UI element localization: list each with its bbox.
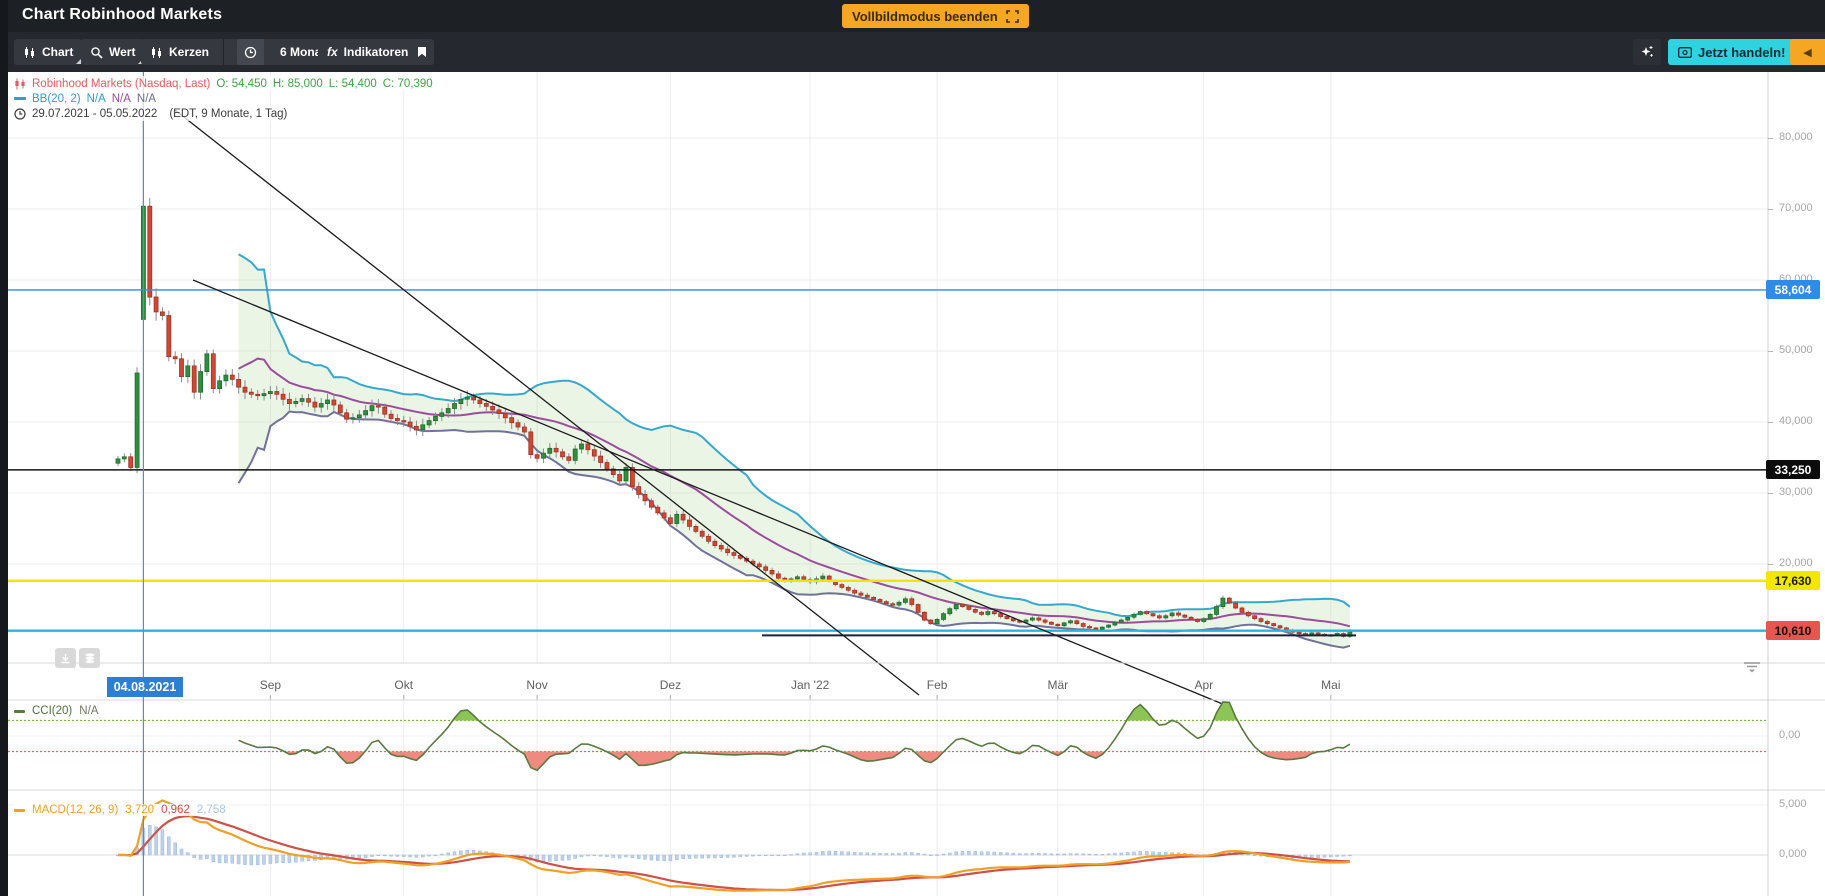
series-legend-row: Robinhood Markets (Nasdaq, Last) O: 54,4… [14,76,439,91]
bb-line-icon [14,97,26,100]
macd-signal-value: 0,962 [161,804,190,816]
price-axis-tick [1768,209,1773,210]
fx-icon: fx [327,45,338,59]
bb-middle-value: N/A [112,93,131,105]
chart-application: Chart Robinhood Markets Vollbildmodus be… [0,0,1825,896]
title-bar: Chart Robinhood Markets Vollbildmodus be… [0,0,1825,32]
ohlc-close: C: 70,390 [383,78,433,90]
time-axis-month-label: Mär [1047,678,1068,692]
collapse-axis-button[interactable] [1742,660,1762,678]
fullscreen-exit-icon [1006,10,1019,23]
clock-icon [14,108,26,120]
sparkle-icon [1639,44,1655,60]
bookmark-button[interactable] [410,39,434,65]
time-axis-month-label: Okt [394,678,413,692]
cci-axis-zero: 0,00 [1779,729,1800,741]
magic-tools-button[interactable] [1633,39,1661,65]
price-level-badge: 33,250 [1766,460,1820,479]
price-axis-tick [1768,422,1773,423]
price-axis-tick-label: 30,000 [1779,486,1813,498]
macd-line-icon [14,809,25,812]
trade-now-button[interactable]: Jetzt handeln! [1668,39,1795,65]
collapse-chevron-icon [1742,661,1762,673]
time-axis-month-label: Mai [1321,678,1340,692]
ohlc-open: O: 54,450 [216,78,267,90]
bb-lower-value: N/A [137,93,156,105]
price-level-badge: 58,604 [1766,280,1820,299]
cci-line-icon [14,710,25,713]
chart-toolbar: Chart Wert Kerzen 1d [0,32,1825,72]
download-chart-button[interactable] [55,648,76,668]
indicators-label: Indikatoren [344,45,409,59]
candles-icon [150,46,163,59]
date-range-text: 29.07.2021 - 05.05.2022 [32,108,157,120]
price-axis-tick-label: 40,000 [1779,415,1813,427]
bookmark-icon [417,46,427,58]
exit-fullscreen-button[interactable]: Vollbildmodus beenden [842,4,1029,28]
value-search-button[interactable]: Wert [81,39,144,65]
ohlc-low: L: 54,400 [329,78,377,90]
date-range-suffix: (EDT, 9 Monate, 1 Tag) [169,108,287,120]
chart-button-label: Chart [42,45,73,59]
cci-label: CCI(20) [32,705,72,717]
clock-button[interactable] [237,39,264,65]
macd-value: 3,720 [125,804,154,816]
price-axis-tick [1768,564,1773,565]
cci-legend: CCI(20) N/A [14,705,103,717]
price-axis-tick-label: 70,000 [1779,202,1813,214]
layers-button[interactable] [79,648,100,668]
download-icon [60,653,71,664]
series-candles-icon [14,78,26,90]
crosshair-date-badge: 04.08.2021 [107,677,183,697]
candle-style-button[interactable]: Kerzen [141,45,218,59]
indicators-button[interactable]: fx Indikatoren [318,39,417,65]
banknote-icon [1678,47,1692,58]
date-range-row: 29.07.2021 - 05.05.2022 (EDT, 9 Monate, … [14,106,293,121]
collapse-panel-button[interactable]: ◀ [1790,39,1825,65]
price-axis-tick-label: 50,000 [1779,344,1813,356]
time-axis-month-label: Dez [660,678,681,692]
time-axis-month-label: Feb [927,678,948,692]
price-axis-tick [1768,138,1773,139]
price-axis-tick-label: 20,000 [1779,557,1813,569]
macd-axis-top: 5,000 [1779,798,1807,810]
price-axis-tick [1768,351,1773,352]
candle-style-label: Kerzen [169,45,209,59]
divider [223,39,224,65]
bb-upper-value: N/A [87,93,106,105]
chart-legend: Robinhood Markets (Nasdaq, Last) O: 54,4… [14,76,439,121]
price-level-badge: 17,630 [1766,571,1820,590]
macd-axis-zero: 0,000 [1779,848,1807,860]
triangle-left-icon: ◀ [1803,46,1811,59]
candles-icon [23,46,36,59]
time-axis-month-label: Sep [260,678,281,692]
bb-legend-row: BB(20, 2) N/A N/A N/A [14,91,162,106]
time-axis-month-label: Apr [1195,678,1214,692]
price-level-badge: 10,610 [1766,621,1820,640]
price-axis-tick [1768,493,1773,494]
ohlc-high: H: 85,000 [273,78,323,90]
value-button-label: Wert [109,45,135,59]
cci-value: N/A [79,705,98,717]
layers-icon [84,652,96,664]
series-name: Robinhood Markets (Nasdaq, Last) [32,78,210,90]
chart-type-button[interactable]: Chart [14,39,82,65]
page-title: Chart Robinhood Markets [22,6,222,24]
trade-now-label: Jetzt handeln! [1698,45,1785,60]
time-axis-month-label: Nov [526,678,547,692]
clock-icon [244,46,257,59]
price-chart-canvas[interactable] [0,0,1825,896]
search-icon [90,46,103,59]
macd-hist-value: 2,758 [197,804,226,816]
left-edge-panel [0,0,8,896]
bb-label: BB(20, 2) [32,93,81,105]
exit-fullscreen-label: Vollbildmodus beenden [852,9,998,24]
macd-label: MACD(12, 26, 9) [32,804,118,816]
time-axis-month-label: Jan '22 [791,678,829,692]
price-axis-tick-label: 80,000 [1779,131,1813,143]
macd-legend: MACD(12, 26, 9) 3,720 0,962 2,758 [14,804,231,816]
